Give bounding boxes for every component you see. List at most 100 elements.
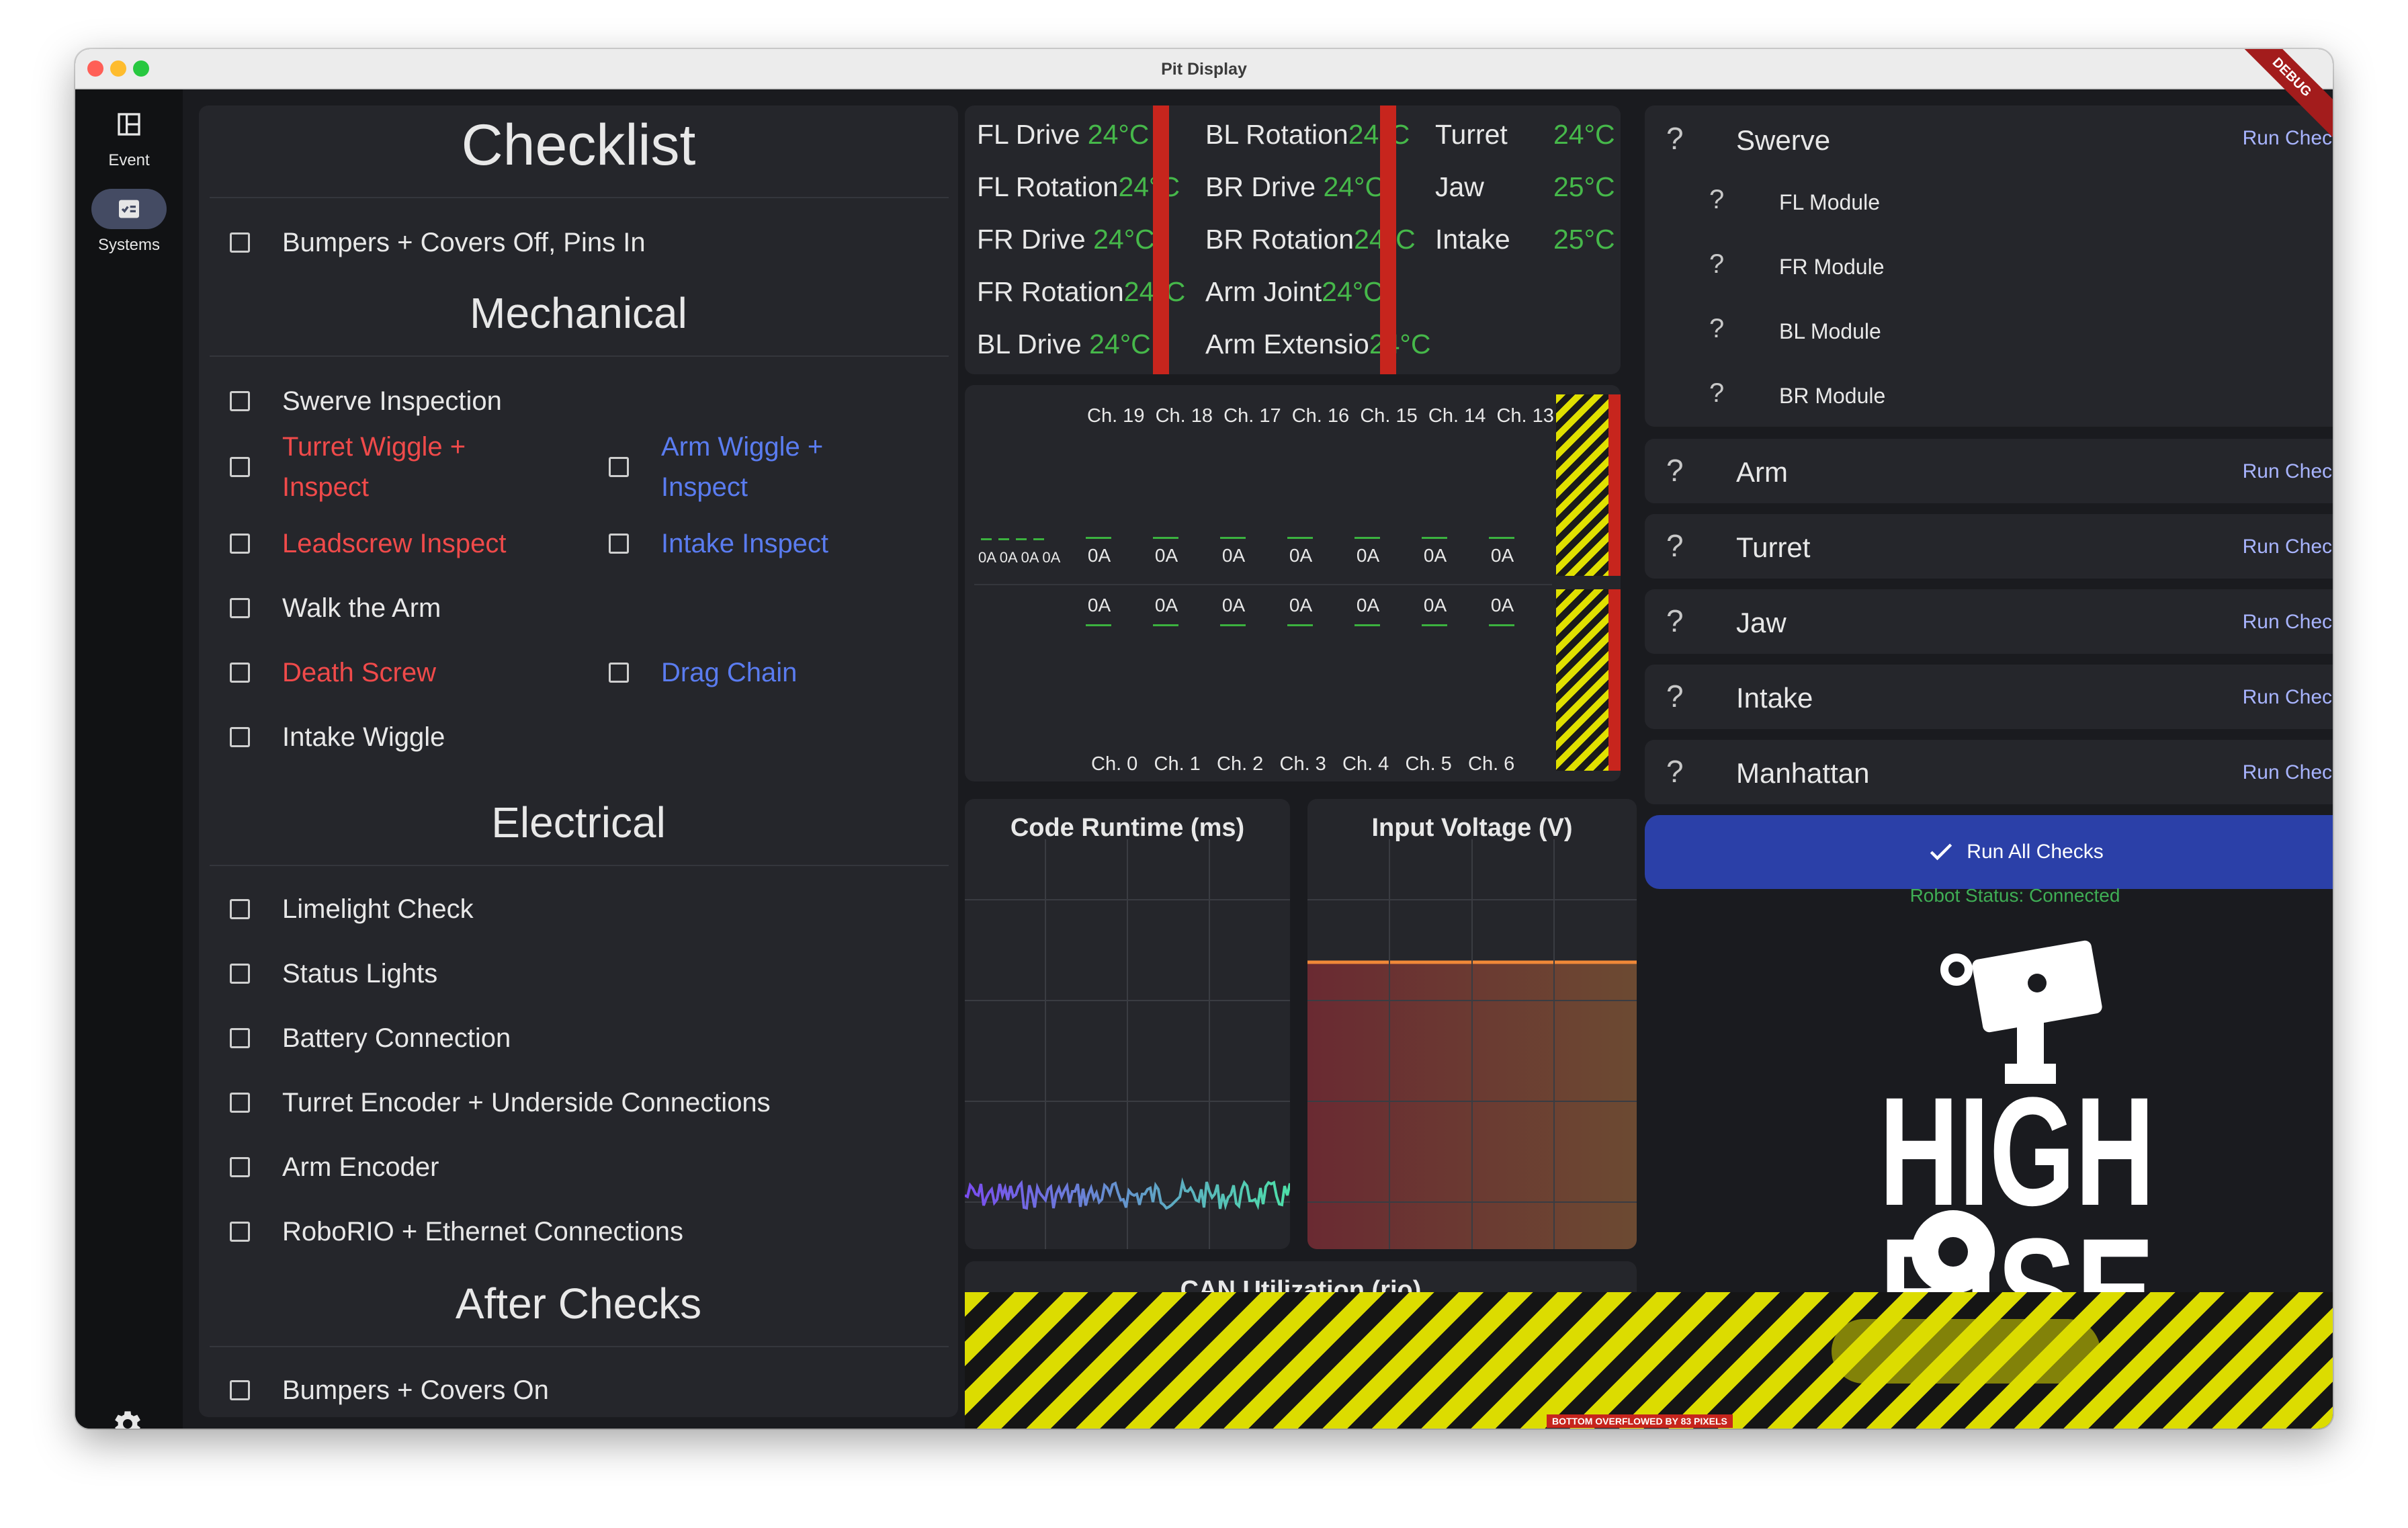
channel-labels-top: Ch. 19 Ch. 18 Ch. 17 Ch. 16 Ch. 15 Ch. 1… [1087, 405, 1554, 427]
navigation-rail: Event Systems [75, 89, 183, 1429]
channel-current-value: 0A [1289, 545, 1313, 566]
checklist-item[interactable]: Death Screw [230, 652, 436, 693]
checkbox[interactable] [230, 391, 250, 411]
checklist-panel: Checklist Bumpers + Covers Off, Pins In … [199, 105, 958, 1417]
overflow-hazard [1556, 394, 1608, 576]
rail-label-systems: Systems [97, 236, 160, 254]
run-all-label: Run All Checks [1967, 841, 2104, 863]
system-label: Jaw [1736, 607, 1787, 638]
checklist-item[interactable]: Battery Connection [230, 1018, 511, 1058]
checkbox[interactable] [230, 727, 250, 747]
dashboard-icon [91, 104, 167, 144]
checklist-item[interactable]: Limelight Check [230, 889, 474, 929]
checklist-item[interactable]: Turret Encoder + Underside Connections [230, 1083, 771, 1123]
checkbox[interactable] [609, 534, 629, 554]
run-check-button[interactable]: Run Check [2243, 761, 2333, 784]
input-voltage-graph: Input Voltage (V) [1307, 799, 1637, 1249]
checklist-item[interactable]: Status Lights [230, 953, 437, 994]
run-all-checks-button[interactable]: Run All Checks [1645, 815, 2333, 889]
rail-label-event: Event [108, 151, 150, 169]
checkbox[interactable] [230, 534, 250, 554]
checkbox[interactable] [230, 598, 250, 618]
status-unknown-icon: ? [1666, 453, 1684, 488]
run-check-button[interactable]: Run Check [2243, 460, 2333, 483]
checkbox[interactable] [230, 1093, 250, 1113]
temp-br-drive: BR Drive 24°C [1205, 171, 1385, 202]
status-unknown-icon: ? [1666, 121, 1684, 156]
channel-current-value: 0A [1423, 595, 1447, 616]
checklist-item[interactable]: Leadscrew Inspect [230, 523, 507, 564]
system-label: Turret [1736, 532, 1811, 563]
checklist-item[interactable]: Bumpers + Covers On [230, 1370, 549, 1410]
section-mechanical: Mechanical [470, 289, 687, 337]
run-check-button[interactable]: Run Check [2243, 127, 2333, 150]
checklist-item[interactable]: Bumpers + Covers Off, Pins In [230, 222, 646, 263]
logo-overflow-pill [1832, 1319, 2100, 1384]
current-bar [1422, 624, 1447, 626]
checklist-item[interactable]: Arm Wiggle + Inspect [609, 427, 823, 507]
system-card-arm: ? Arm Run Check [1645, 439, 2333, 503]
current-bar [1033, 538, 1044, 540]
channel-current-value: 0A [1490, 545, 1514, 566]
checkbox[interactable] [230, 964, 250, 984]
channel-current-value: 0A [1289, 595, 1313, 616]
section-electrical: Electrical [491, 798, 666, 847]
checkbox[interactable] [609, 663, 629, 683]
current-bar [1016, 538, 1027, 540]
divider [974, 584, 1552, 585]
temp-bl-rotation: BL Rotation24°C [1205, 119, 1410, 150]
channel-current-value: 0A [1087, 545, 1111, 566]
rail-item-event[interactable]: Event [75, 104, 183, 170]
checkbox[interactable] [230, 1157, 250, 1177]
status-unknown-icon: ? [1666, 603, 1684, 638]
check-icon [1930, 843, 1952, 861]
current-bar [1354, 624, 1380, 626]
gear-icon[interactable] [109, 1405, 146, 1429]
status-unknown-icon: ? [1666, 528, 1684, 563]
checkbox[interactable] [230, 1028, 250, 1048]
run-check-button[interactable]: Run Check [2243, 611, 2333, 634]
overflow-indicator [1380, 105, 1396, 374]
channel-current-value: 0A [1423, 545, 1447, 566]
current-bar [998, 538, 1009, 540]
checkbox[interactable] [609, 457, 629, 477]
current-bar [1287, 624, 1313, 626]
current-bar [1489, 537, 1514, 539]
temp-intake: Intake 25°C [1435, 224, 1615, 255]
channel-current-value: 0A [1490, 595, 1514, 616]
rail-item-systems[interactable]: Systems [75, 189, 183, 255]
checklist-item[interactable]: Walk the Arm [230, 588, 441, 628]
pdh-channel-panel: Ch. 19 Ch. 18 Ch. 17 Ch. 16 Ch. 15 Ch. 1… [965, 385, 1621, 781]
checkbox[interactable] [230, 899, 250, 919]
checkbox[interactable] [230, 1380, 250, 1400]
run-check-button[interactable]: Run Check [2243, 686, 2333, 709]
code-runtime-graph: Code Runtime (ms) [965, 799, 1290, 1249]
checkbox[interactable] [230, 1222, 250, 1242]
run-check-button[interactable]: Run Check [2243, 536, 2333, 558]
section-after-checks: After Checks [455, 1279, 702, 1328]
divider [210, 1346, 949, 1347]
overflow-indicator [1608, 394, 1621, 576]
small-channel-values: 0A 0A 0A 0A [978, 549, 1061, 566]
system-card-jaw: ? Jaw Run Check [1645, 589, 2333, 654]
temp-arm-joint: Arm Joint24°C [1205, 276, 1383, 307]
checklist-item[interactable]: Arm Encoder [230, 1147, 439, 1187]
checkbox[interactable] [230, 457, 250, 477]
checklist-icon [91, 189, 167, 229]
checklist-item[interactable]: Swerve Inspection [230, 381, 502, 421]
channel-current-value: 0A [1154, 545, 1178, 566]
checklist-item[interactable]: Intake Wiggle [230, 717, 445, 757]
system-card-manhattan: ? Manhattan Run Check [1645, 740, 2333, 804]
checklist-item[interactable]: Turret Wiggle + Inspect [230, 427, 466, 507]
checklist-item[interactable]: RoboRIO + Ethernet Connections [230, 1212, 683, 1252]
robot-status: Robot Status: Connected [1909, 885, 2120, 906]
graph-title: Input Voltage (V) [1371, 814, 1573, 842]
swerve-label: Swerve [1736, 124, 1831, 156]
current-bar [1086, 537, 1111, 539]
runtime-plot [965, 839, 1290, 1249]
checkbox[interactable] [230, 232, 250, 253]
checklist-item[interactable]: Drag Chain [609, 652, 797, 693]
checkbox[interactable] [230, 663, 250, 683]
checklist-item[interactable]: Intake Inspect [609, 523, 828, 564]
temperature-panel: FL Drive 24°C FL Rotation24°C FR Drive 2… [965, 105, 1621, 374]
